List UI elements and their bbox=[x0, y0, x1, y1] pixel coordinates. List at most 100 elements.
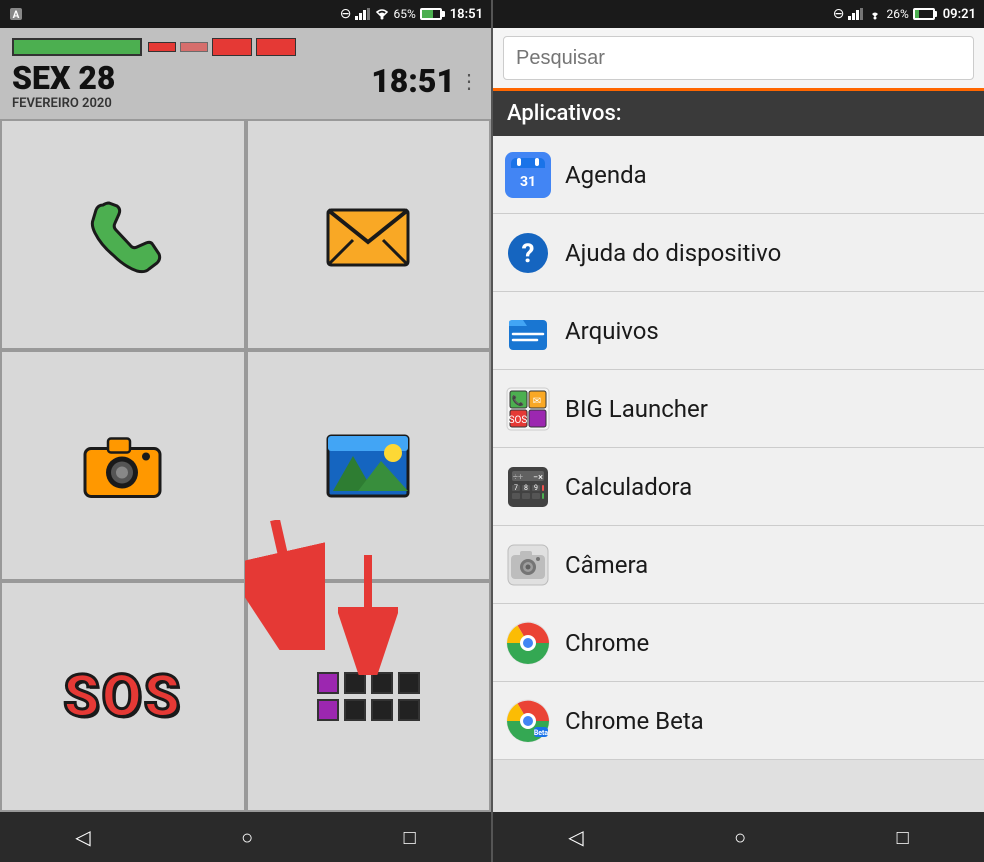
nav-bar-right: ◁ ○ □ bbox=[493, 812, 984, 862]
nav-bar-left: ◁ ○ □ bbox=[0, 812, 491, 862]
svg-text:9: 9 bbox=[534, 484, 538, 492]
menu-dots[interactable]: ⋮ bbox=[459, 69, 479, 93]
icon-biglauncher: 📞 ✉ SOS bbox=[505, 386, 551, 432]
icon-ajuda: ? bbox=[505, 230, 551, 276]
time-left: 18:51 bbox=[450, 7, 483, 22]
app-cell-gallery[interactable] bbox=[246, 350, 492, 581]
home-button-right[interactable]: ○ bbox=[714, 817, 766, 858]
icon-agenda: 31 bbox=[505, 152, 551, 198]
green-battery-bar bbox=[12, 38, 142, 56]
battery-percent-left: 65% bbox=[393, 7, 415, 21]
svg-text:8: 8 bbox=[524, 484, 528, 492]
label-biglauncher: BIG Launcher bbox=[565, 395, 708, 423]
date-sub: FEVEREIRO 2020 bbox=[12, 96, 115, 111]
list-item-calculadora[interactable]: −× ÷+ 7 8 9 Calculadora bbox=[493, 448, 984, 526]
label-chrome: Chrome bbox=[565, 629, 649, 657]
status-right-right-icons: ⊖ 26% 09:21 bbox=[833, 6, 976, 22]
section-header: Aplicativos: bbox=[493, 91, 984, 136]
label-arquivos: Arquivos bbox=[565, 317, 659, 345]
red-arrow-icon bbox=[338, 555, 398, 675]
list-item-camera[interactable]: Câmera bbox=[493, 526, 984, 604]
list-item-chromebeta[interactable]: Beta Chrome Beta bbox=[493, 682, 984, 760]
drawer-cell-4 bbox=[398, 672, 420, 694]
list-item-biglauncher[interactable]: 📞 ✉ SOS BIG Launcher bbox=[493, 370, 984, 448]
battery-bar-widget bbox=[12, 38, 479, 56]
biglauncher-svg: 📞 ✉ SOS bbox=[506, 387, 550, 431]
red-dash-4 bbox=[256, 38, 296, 56]
battery-fill-left bbox=[422, 10, 434, 18]
phone-icon bbox=[83, 195, 163, 275]
minus-icon: ⊖ bbox=[340, 6, 352, 22]
red-dash-1 bbox=[148, 42, 176, 52]
search-container bbox=[493, 28, 984, 91]
left-phone-panel: A ⊖ 65% 18:51 bbox=[0, 0, 491, 862]
status-left-icons: A bbox=[8, 6, 24, 22]
camera-app-svg bbox=[506, 543, 550, 587]
list-item-agenda[interactable]: 31 Agenda bbox=[493, 136, 984, 214]
red-dash-2 bbox=[180, 42, 208, 52]
svg-text:📞: 📞 bbox=[512, 394, 525, 407]
red-arrow-container bbox=[338, 555, 398, 679]
drawer-cell-8 bbox=[398, 699, 420, 721]
label-ajuda: Ajuda do dispositivo bbox=[565, 239, 781, 267]
app-cell-camera[interactable] bbox=[0, 350, 246, 581]
recent-button-right[interactable]: □ bbox=[877, 817, 929, 858]
status-right-icons: ⊖ 65% 18:51 bbox=[340, 6, 483, 22]
signal-icon bbox=[355, 8, 371, 20]
icon-chromebeta: Beta bbox=[505, 698, 551, 744]
battery-icon-right bbox=[913, 8, 935, 20]
list-item-ajuda[interactable]: ? Ajuda do dispositivo bbox=[493, 214, 984, 292]
label-agenda: Agenda bbox=[565, 161, 647, 189]
list-item-chrome[interactable]: Chrome bbox=[493, 604, 984, 682]
chromebeta-svg: Beta bbox=[506, 699, 550, 743]
back-button-left[interactable]: ◁ bbox=[55, 817, 110, 857]
signal-icon-right bbox=[848, 8, 864, 20]
label-camera: Câmera bbox=[565, 551, 648, 579]
label-calculadora: Calculadora bbox=[565, 473, 692, 501]
drawer-cell-5 bbox=[317, 699, 339, 721]
home-button-left[interactable]: ○ bbox=[221, 817, 273, 858]
svg-text:?: ? bbox=[522, 239, 535, 269]
back-button-right[interactable]: ◁ bbox=[548, 817, 603, 857]
help-svg: ? bbox=[507, 232, 549, 274]
search-input[interactable] bbox=[503, 36, 974, 80]
recent-button-left[interactable]: □ bbox=[384, 817, 436, 858]
list-item-arquivos[interactable]: Arquivos bbox=[493, 292, 984, 370]
app-cell-sos[interactable]: SOS bbox=[0, 581, 246, 812]
notification-icon: A bbox=[8, 6, 24, 22]
section-header-label: Aplicativos: bbox=[507, 101, 622, 126]
date-display: SEX 28 bbox=[12, 62, 115, 94]
battery-fill-right bbox=[915, 10, 920, 18]
battery-nub bbox=[934, 11, 937, 17]
files-svg bbox=[507, 310, 549, 352]
app-cell-phone[interactable] bbox=[0, 119, 246, 350]
minus-icon-right: ⊖ bbox=[833, 6, 845, 22]
right-phone-panel: ⊖ 26% 09:21 Aplicativos: bbox=[493, 0, 984, 862]
icon-calculadora: −× ÷+ 7 8 9 bbox=[505, 464, 551, 510]
sos-label: SOS bbox=[63, 663, 182, 731]
svg-text:A: A bbox=[13, 10, 20, 21]
battery-percent-right: 26% bbox=[886, 7, 908, 21]
icon-chrome bbox=[505, 620, 551, 666]
svg-text:7: 7 bbox=[514, 484, 518, 492]
calc-svg: −× ÷+ 7 8 9 bbox=[506, 465, 550, 509]
svg-text:−×: −× bbox=[533, 473, 543, 483]
mail-icon bbox=[323, 200, 413, 270]
svg-text:Beta: Beta bbox=[534, 729, 549, 737]
svg-text:SOS: SOS bbox=[509, 415, 528, 426]
drawer-cell-6 bbox=[344, 699, 366, 721]
date-time-row: SEX 28 FEVEREIRO 2020 18:51 ⋮ bbox=[12, 62, 479, 111]
time-display-widget: 18:51 ⋮ bbox=[371, 62, 479, 100]
svg-text:31: 31 bbox=[520, 174, 536, 190]
drawer-cell-1 bbox=[317, 672, 339, 694]
red-battery-dashes bbox=[148, 38, 296, 56]
svg-text:÷+: ÷+ bbox=[513, 473, 523, 483]
status-bar-right: ⊖ 26% 09:21 bbox=[493, 0, 984, 28]
app-list: 31 Agenda ? Ajuda do dispositivo bbox=[493, 136, 984, 812]
drawer-cell-7 bbox=[371, 699, 393, 721]
label-chromebeta: Chrome Beta bbox=[565, 707, 704, 735]
calendar-svg: 31 bbox=[509, 156, 547, 194]
app-cell-mail[interactable] bbox=[246, 119, 492, 350]
wifi-icon bbox=[375, 8, 389, 20]
time-right: 09:21 bbox=[943, 7, 976, 22]
